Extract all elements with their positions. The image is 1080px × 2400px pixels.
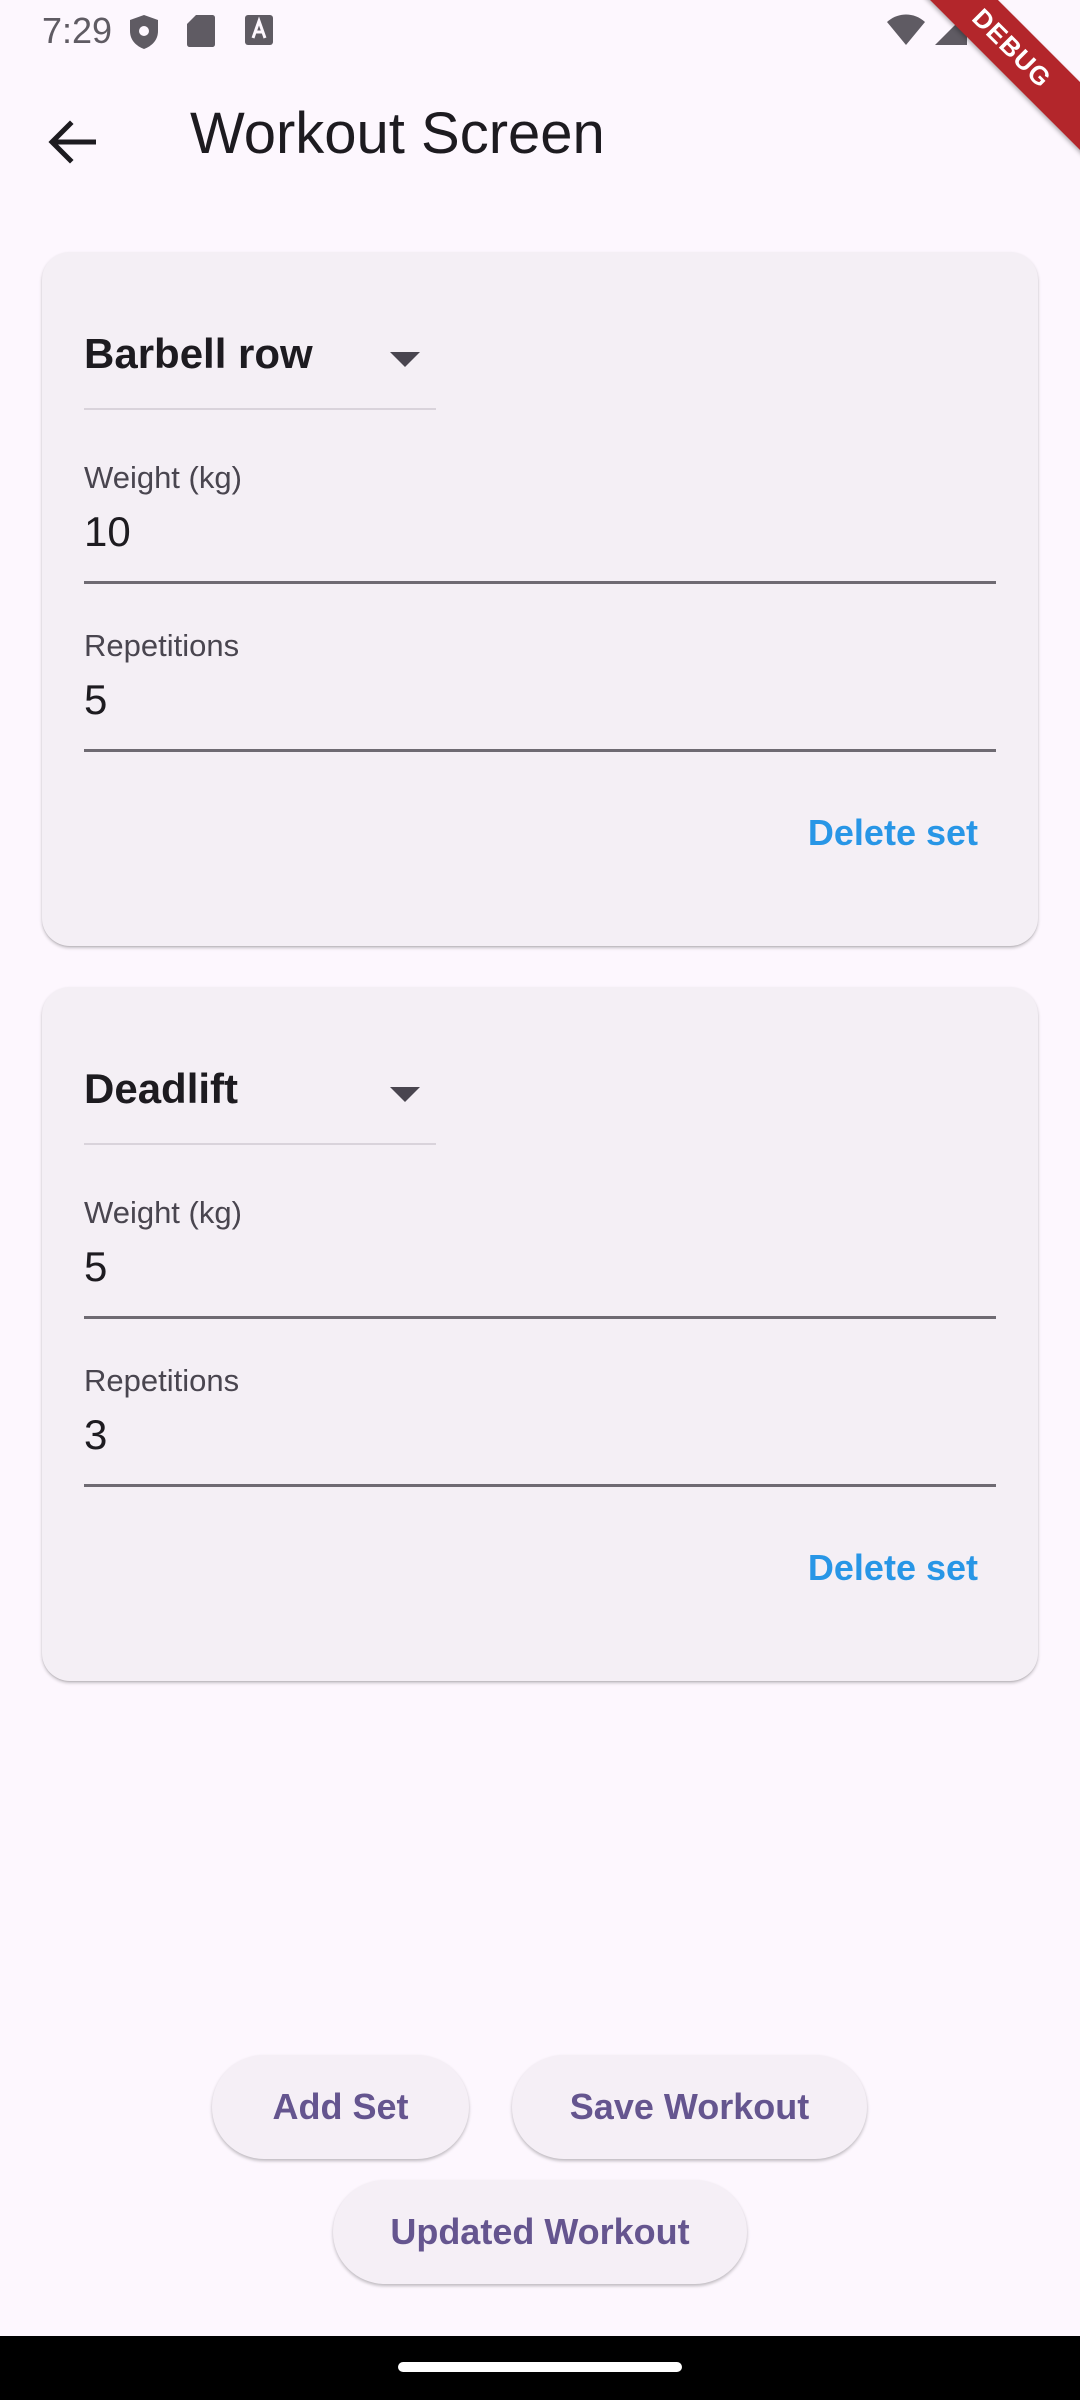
wifi-icon <box>886 12 926 51</box>
reps-field[interactable]: Repetitions 5 <box>84 620 996 752</box>
exercise-dropdown[interactable]: Barbell row <box>84 322 436 410</box>
reps-label: Repetitions <box>84 628 240 663</box>
set-card: Deadlift Weight (kg) 5 Repetitions 3 Del… <box>42 987 1038 1681</box>
home-gesture-handle[interactable] <box>398 2362 682 2372</box>
exercise-dropdown-value: Deadlift <box>84 1065 239 1112</box>
app-bar: Workout Screen <box>0 62 1080 210</box>
shield-icon <box>128 14 160 55</box>
status-time: 7:29 <box>42 10 113 51</box>
reps-field[interactable]: Repetitions 3 <box>84 1355 996 1487</box>
save-workout-button[interactable]: Save Workout <box>512 2055 867 2159</box>
set-card: Barbell row Weight (kg) 10 Repetitions 5… <box>42 252 1038 946</box>
sd-card-icon <box>186 14 216 53</box>
reps-label: Repetitions <box>84 1363 240 1398</box>
dropdown-arrow-icon <box>390 1087 420 1102</box>
updated-workout-button[interactable]: Updated Workout <box>333 2180 747 2284</box>
arrow-back-icon <box>48 119 97 169</box>
weight-field[interactable]: Weight (kg) 5 <box>84 1187 996 1319</box>
back-button[interactable] <box>30 102 114 186</box>
weight-field[interactable]: Weight (kg) 10 <box>84 452 996 584</box>
exercise-dropdown-value: Barbell row <box>84 330 313 377</box>
reps-input[interactable]: 5 <box>84 676 996 724</box>
weight-input[interactable]: 5 <box>84 1243 996 1291</box>
weight-label: Weight (kg) <box>84 1195 242 1230</box>
weight-label: Weight (kg) <box>84 460 242 495</box>
add-set-button[interactable]: Add Set <box>212 2055 469 2159</box>
reps-input[interactable]: 3 <box>84 1411 996 1459</box>
page-title: Workout Screen <box>190 101 605 166</box>
navigation-bar <box>0 2336 1080 2400</box>
delete-set-button[interactable]: Delete set <box>808 1547 978 1589</box>
weight-input[interactable]: 10 <box>84 508 996 556</box>
delete-set-button[interactable]: Delete set <box>808 812 978 854</box>
font-icon <box>244 14 274 51</box>
exercise-dropdown[interactable]: Deadlift <box>84 1057 436 1145</box>
status-bar: 7:29 DEBUG <box>0 0 1080 157</box>
dropdown-arrow-icon <box>390 352 420 367</box>
